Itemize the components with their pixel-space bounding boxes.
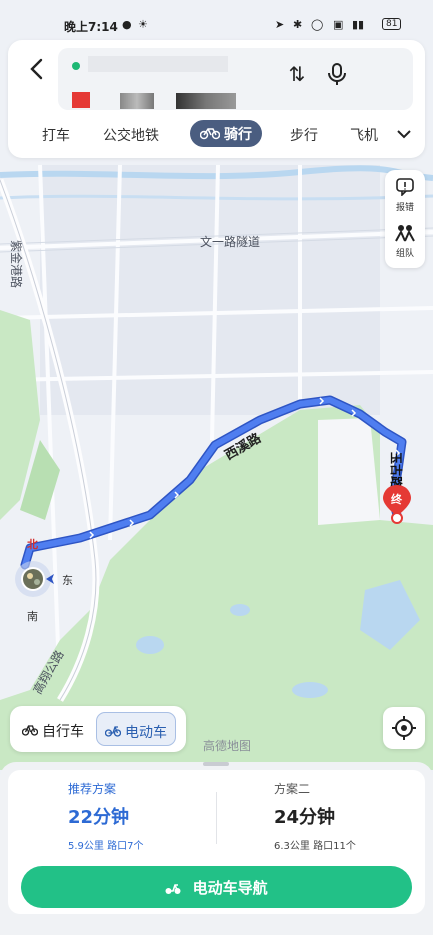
route-search-card: ⇅ 打车 公交地铁 骑行 步行 飞机	[8, 40, 425, 158]
wifi-icon: ▣	[333, 18, 344, 31]
bicycle-option[interactable]: 自行车	[14, 712, 92, 746]
route-input-box[interactable]	[58, 48, 413, 110]
route-plan-sheet: 推荐方案 22分钟 5.9公里 路口7个 方案二 24分钟 6.3公里 路口11…	[0, 762, 433, 935]
plan-details: 6.3公里 路口11个	[274, 837, 433, 852]
end-input-text	[176, 93, 236, 109]
locate-button[interactable]	[383, 707, 425, 749]
plan-details: 5.9公里 路口7个	[68, 837, 248, 852]
tab-taxi[interactable]: 打车	[42, 125, 70, 145]
zijingang-road-label: 紫金港路	[9, 240, 24, 288]
start-navigation-label: 电动车导航	[192, 879, 268, 897]
plan-distance: 6.3公里	[274, 841, 310, 852]
tunnel-label: 文一路隧道	[200, 234, 260, 249]
south-label: 南	[27, 610, 38, 623]
battery-icon: 81	[382, 18, 402, 30]
ebike-option[interactable]: 电动车	[96, 712, 176, 746]
team-label: 组队	[395, 249, 414, 259]
end-point-icon	[72, 92, 90, 108]
notification-icon: ●	[122, 18, 132, 31]
start-point-icon	[72, 62, 80, 70]
notification-icon: ☀	[138, 18, 148, 31]
tab-cycling[interactable]: 骑行	[190, 120, 262, 147]
tab-flight[interactable]: 飞机	[350, 125, 378, 145]
report-error-button[interactable]: 报错	[385, 178, 425, 213]
bicycle-icon	[200, 128, 220, 140]
sheet-handle[interactable]	[203, 762, 229, 766]
plan-divider	[216, 792, 217, 844]
bluetooth-icon: ✱	[293, 18, 303, 31]
signal-icon: ▮▮	[352, 18, 365, 31]
vehicle-toggle: 自行车 电动车	[10, 706, 186, 752]
plan-crossings: 路口11个	[313, 841, 356, 852]
location-icon: ➤	[275, 18, 285, 31]
report-label: 报错	[395, 203, 414, 213]
tab-cycling-label: 骑行	[224, 127, 252, 143]
plan-duration: 24分钟	[274, 807, 336, 828]
tab-transit[interactable]: 公交地铁	[103, 125, 159, 145]
svg-text:终: 终	[391, 492, 403, 506]
tab-walking[interactable]: 步行	[290, 125, 318, 145]
plan-crossings: 路口7个	[107, 841, 144, 852]
team-icon	[395, 225, 415, 242]
east-label: 东	[62, 574, 73, 587]
locate-icon	[392, 716, 416, 740]
hd-icon: ◯	[311, 18, 324, 31]
microphone-icon[interactable]	[324, 60, 350, 88]
north-label: 北	[27, 537, 38, 551]
start-input-field[interactable]	[88, 56, 228, 72]
ebike-icon	[165, 884, 181, 894]
plan-label: 推荐方案	[68, 782, 117, 796]
map-side-tools: 报错 组队	[385, 170, 425, 268]
team-button[interactable]: 组队	[385, 224, 425, 259]
status-time: 晚上7:14	[64, 20, 118, 34]
plan-duration: 22分钟	[68, 807, 130, 828]
bicycle-icon	[22, 725, 38, 736]
chevron-down-icon[interactable]	[396, 128, 412, 140]
report-icon	[396, 178, 414, 197]
battery-level: 81	[386, 19, 398, 29]
back-icon[interactable]	[22, 54, 52, 84]
yugu-road-label: 玉古路	[389, 452, 404, 489]
start-navigation-button[interactable]: 电动车导航	[21, 866, 412, 908]
bicycle-option-label: 自行车	[42, 724, 84, 740]
plan-label: 方案二	[274, 782, 311, 796]
end-input-field[interactable]	[120, 93, 154, 109]
plan-recommended[interactable]: 推荐方案 22分钟 5.9公里 路口7个	[68, 780, 248, 852]
ebike-option-label: 电动车	[125, 725, 167, 741]
swap-icon[interactable]: ⇅	[284, 62, 310, 88]
ebike-icon	[105, 726, 121, 737]
plan-distance: 5.9公里	[68, 841, 104, 852]
plan-alternative[interactable]: 方案二 24分钟 6.3公里 路口11个	[274, 780, 433, 852]
travel-mode-tabs: 打车 公交地铁 骑行 步行 飞机	[8, 120, 425, 150]
status-bar: 晚上7:14 ● ☀ ➤ ✱ ◯ ▣ ▮▮ 81	[0, 14, 433, 34]
map-watermark: 高德地图	[203, 739, 252, 753]
